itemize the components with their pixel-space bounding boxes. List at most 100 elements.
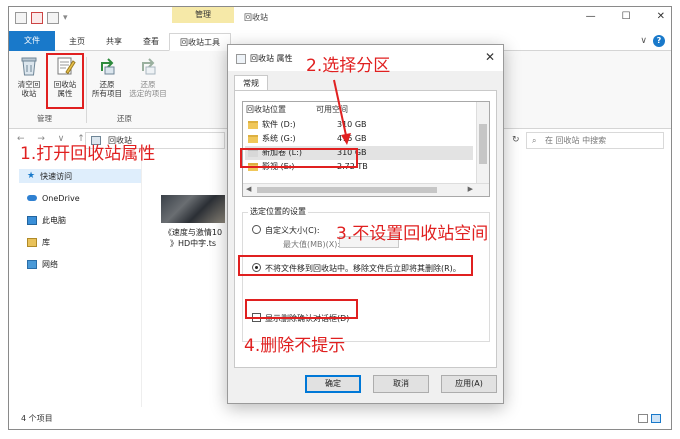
volume-list-vertical-scrollbar[interactable] — [476, 102, 489, 184]
column-free-space[interactable]: 可用空间 — [316, 104, 348, 115]
scroll-thumb[interactable] — [479, 124, 487, 164]
status-bar: 4 个项目 — [9, 409, 671, 429]
list-item[interactable]: 软件 (D:) 310 GB — [245, 118, 473, 132]
refresh-icon[interactable]: ↻ — [512, 135, 520, 145]
volume-highlight-box — [240, 148, 358, 168]
step2-annotation: 2.选择分区 — [306, 56, 391, 76]
context-tab-title: 管理 — [172, 7, 234, 23]
group-manage-label: 管理 — [37, 114, 52, 123]
empty-label-2: 收站 — [21, 89, 37, 98]
help-icon[interactable]: ? — [653, 35, 665, 47]
tab-home[interactable]: 主页 — [59, 33, 95, 51]
volume-space: 476 GB — [337, 134, 367, 143]
sidebar-item-label: 此电脑 — [42, 215, 66, 225]
restore-all-label-2: 所有项目 — [92, 89, 122, 98]
recycle-bin-icon — [21, 57, 37, 76]
quick-access-toolbar: ▾ — [15, 12, 68, 24]
file-name-line1: 《速度与激情10 — [163, 228, 223, 237]
file-item[interactable]: 《速度与激情10 》HD中字.ts — [156, 195, 230, 249]
recycle-bin-icon — [236, 54, 246, 64]
custom-size-label: 自定义大小(C): — [265, 226, 320, 235]
folder-icon — [248, 121, 258, 129]
file-name-line2: 》HD中字.ts — [169, 239, 217, 248]
video-thumbnail — [161, 195, 225, 223]
large-icons-view-icon[interactable] — [651, 414, 661, 423]
sidebar-item-label: 快速访问 — [40, 171, 73, 181]
apply-button[interactable]: 应用(A) — [441, 375, 497, 393]
restore-all-label-1: 还原 — [99, 80, 115, 89]
volume-name: 软件 (D:) — [262, 120, 296, 129]
sidebar-item-label: 库 — [42, 237, 50, 247]
step3-annotation: 3.不设置回收站空间 — [336, 224, 489, 244]
properties-icon[interactable] — [31, 12, 43, 24]
volume-list-horizontal-scrollbar[interactable]: ◀ ▶ — [243, 183, 489, 196]
checkbox-highlight-box — [245, 299, 358, 319]
scroll-thumb[interactable] — [257, 187, 437, 193]
chevron-down-icon[interactable]: ∨ — [640, 36, 647, 46]
new-folder-icon[interactable] — [47, 12, 59, 24]
sidebar-item-label: OneDrive — [42, 193, 80, 203]
sidebar-scrollbar[interactable] — [141, 159, 142, 407]
sidebar-item-libraries[interactable]: 库 — [27, 235, 50, 249]
sidebar-item-quick-access[interactable]: ★ 快速访问 — [19, 169, 141, 183]
cloud-icon — [27, 195, 37, 201]
volume-list-header: 回收站位置 可用空间 — [243, 102, 489, 116]
dialog-title: 回收站 属性 — [250, 54, 293, 63]
ok-button[interactable]: 确定 — [305, 375, 361, 393]
maximize-icon[interactable]: ☐ — [622, 11, 631, 22]
group-restore-label: 还原 — [117, 114, 132, 123]
sidebar-item-onedrive[interactable]: OneDrive — [27, 191, 80, 205]
tab-file[interactable]: 文件 — [9, 31, 55, 51]
details-view-icon[interactable] — [638, 414, 648, 423]
folder-icon[interactable] — [15, 12, 27, 24]
restore-sel-label-1: 还原 — [140, 80, 156, 89]
column-location[interactable]: 回收站位置 — [246, 104, 286, 115]
settings-group-label: 选定位置的设置 — [248, 206, 308, 217]
library-icon — [27, 237, 37, 247]
search-icon: ⌕ — [532, 136, 537, 145]
restore-selected-button[interactable]: 还原 选定的项目 — [127, 55, 169, 98]
highlight-box — [46, 53, 84, 109]
computer-icon — [27, 215, 37, 225]
network-icon — [27, 259, 37, 269]
ribbon-divider — [86, 57, 87, 123]
minimize-icon[interactable]: — — [586, 11, 596, 22]
scroll-right-icon[interactable]: ▶ — [468, 185, 473, 193]
step4-annotation: 4.删除不提示 — [244, 336, 346, 356]
tab-view[interactable]: 查看 — [133, 33, 169, 51]
volume-name: 系统 (G:) — [262, 134, 296, 143]
search-input[interactable]: ⌕ 在 回收站 中搜索 — [526, 132, 664, 149]
empty-recycle-bin-button[interactable]: 清空回 收站 — [11, 55, 47, 98]
restore-all-icon — [101, 58, 115, 75]
list-item[interactable]: 系统 (G:) 476 GB — [245, 132, 473, 146]
view-toggle — [638, 414, 661, 423]
customize-dropdown-icon[interactable]: ▾ — [63, 13, 68, 23]
window-controls: — ☐ ✕ — [586, 11, 665, 22]
close-icon[interactable]: ✕ — [657, 11, 665, 22]
tab-general[interactable]: 常规 — [234, 75, 268, 91]
cancel-button[interactable]: 取消 — [373, 375, 429, 393]
scroll-left-icon[interactable]: ◀ — [246, 185, 251, 193]
option-highlight-box — [238, 255, 473, 276]
tab-share[interactable]: 共享 — [96, 33, 132, 51]
star-icon: ★ — [27, 171, 36, 181]
title-bar: ▾ 管理 回收站 — ☐ ✕ — [9, 7, 671, 31]
step1-annotation: 1.打开回收站属性 — [20, 144, 156, 164]
restore-sel-label-2: 选定的项目 — [129, 89, 167, 98]
sidebar-item-this-pc[interactable]: 此电脑 — [27, 213, 66, 227]
search-placeholder: 在 回收站 中搜索 — [545, 136, 607, 145]
max-value-label: 最大值(MB)(X): — [283, 240, 341, 249]
tab-recycle-bin-tools[interactable]: 回收站工具 — [169, 33, 231, 51]
volume-space: 310 GB — [337, 120, 367, 129]
navigation-pane: ★ 快速访问 OneDrive 此电脑 库 网络 — [9, 157, 149, 407]
sidebar-item-label: 网络 — [42, 259, 58, 269]
item-count: 4 个项目 — [21, 414, 53, 423]
ribbon-controls: ∨ ? — [640, 35, 665, 47]
sidebar-item-network[interactable]: 网络 — [27, 257, 58, 271]
restore-all-button[interactable]: 还原 所有项目 — [89, 55, 125, 98]
folder-icon — [248, 135, 258, 143]
custom-size-radio[interactable] — [252, 225, 261, 234]
dialog-close-icon[interactable]: ✕ — [485, 50, 495, 64]
window-title: 回收站 — [244, 13, 268, 22]
nav-arrows[interactable]: ← → ∨ ↑ — [17, 134, 90, 144]
